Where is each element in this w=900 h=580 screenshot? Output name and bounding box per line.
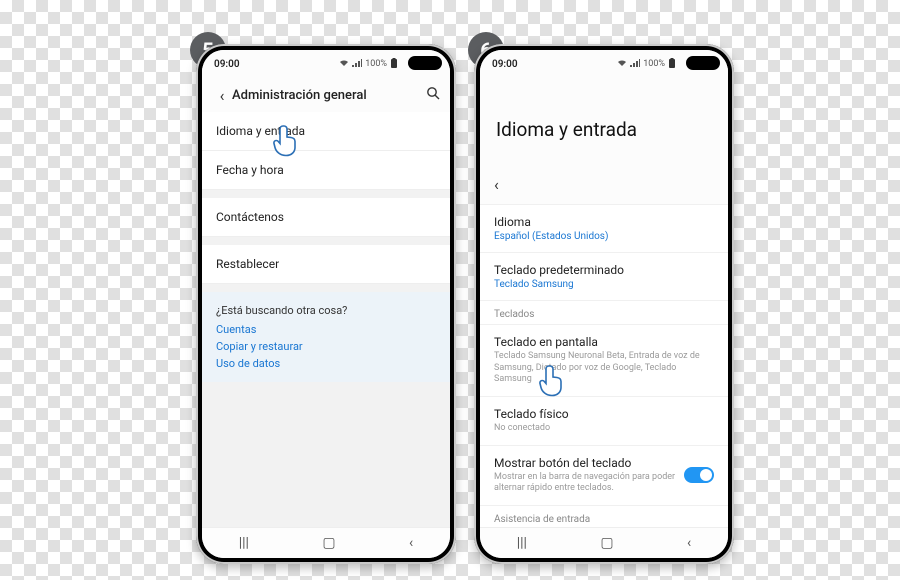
suggestion-link-datos[interactable]: Uso de datos [216, 357, 436, 370]
battery-percent: 100% [643, 59, 665, 69]
setting-title: Mostrar botón del teclado [494, 456, 714, 470]
phone-step-5: 09:00 100% ‹ Administración [196, 44, 456, 564]
setting-mostrar-boton-teclado[interactable]: Mostrar botón del teclado Mostrar en la … [480, 445, 728, 505]
suggestion-link-copiar[interactable]: Copiar y restaurar [216, 340, 436, 353]
suggestion-link-cuentas[interactable]: Cuentas [216, 323, 436, 336]
setting-teclado-en-pantalla[interactable]: Teclado en pantalla Teclado Samsung Neur… [480, 324, 728, 396]
battery-icon [668, 58, 676, 71]
setting-subtitle: Teclado Samsung [494, 279, 714, 290]
suggestions-panel: ¿Está buscando otra cosa? Cuentas Copiar… [202, 292, 450, 382]
back-icon[interactable]: ‹ [480, 169, 728, 194]
app-bar: ‹ Administración general [202, 78, 450, 112]
setting-idioma[interactable]: Idioma Español (Estados Unidos) [480, 204, 728, 252]
camera-cutout [408, 56, 442, 70]
setting-title: Teclado predeterminado [494, 263, 714, 277]
row-idioma-y-entrada[interactable]: Idioma y entrada [202, 112, 450, 151]
signal-icon [630, 59, 640, 70]
nav-home-icon[interactable]: ▢ [600, 535, 613, 551]
setting-subtitle: Teclado Samsung Neuronal Beta, Entrada d… [494, 351, 714, 386]
row-fecha-y-hora[interactable]: Fecha y hora [202, 151, 450, 190]
signal-icon [352, 59, 362, 70]
setting-title: Teclado físico [494, 407, 714, 421]
settings-content: Idioma y entrada ‹ Idioma Español (Estad… [480, 78, 728, 527]
setting-teclado-predeterminado[interactable]: Teclado predeterminado Teclado Samsung [480, 252, 728, 300]
section-teclados: Teclados [480, 300, 728, 324]
camera-cutout [686, 56, 720, 70]
status-time: 09:00 [214, 59, 240, 70]
toggle-on[interactable] [684, 467, 714, 483]
wifi-icon [617, 59, 627, 70]
nav-bar: ||| ▢ ‹ [202, 527, 450, 558]
setting-subtitle: No conectado [494, 423, 714, 435]
nav-recent-icon[interactable]: ||| [239, 535, 249, 551]
battery-icon [390, 58, 398, 71]
back-icon[interactable]: ‹ [212, 86, 232, 105]
nav-back-icon[interactable]: ‹ [687, 535, 691, 551]
battery-percent: 100% [365, 59, 387, 69]
section-asistencia: Asistencia de entrada [480, 505, 728, 527]
phone-step-6: 09:00 100% Idioma y entrada [474, 44, 734, 564]
nav-recent-icon[interactable]: ||| [517, 535, 527, 551]
setting-title: Idioma [494, 215, 714, 229]
appbar-title: Administración general [232, 88, 420, 103]
row-contactenos[interactable]: Contáctenos [202, 198, 450, 237]
setting-title: Teclado en pantalla [494, 335, 714, 349]
setting-subtitle: Mostrar en la barra de navegación para p… [494, 472, 714, 495]
nav-bar: ||| ▢ ‹ [480, 527, 728, 558]
settings-content: Idioma y entrada Fecha y hora Contácteno… [202, 112, 450, 527]
nav-back-icon[interactable]: ‹ [409, 535, 413, 551]
page-title: Idioma y entrada [480, 78, 728, 169]
row-restablecer[interactable]: Restablecer [202, 245, 450, 284]
wifi-icon [339, 59, 349, 70]
status-time: 09:00 [492, 59, 518, 70]
setting-teclado-fisico[interactable]: Teclado físico No conectado [480, 396, 728, 445]
setting-subtitle: Español (Estados Unidos) [494, 231, 714, 242]
search-icon[interactable] [420, 86, 440, 104]
suggestions-title: ¿Está buscando otra cosa? [216, 304, 436, 317]
nav-home-icon[interactable]: ▢ [322, 535, 335, 551]
